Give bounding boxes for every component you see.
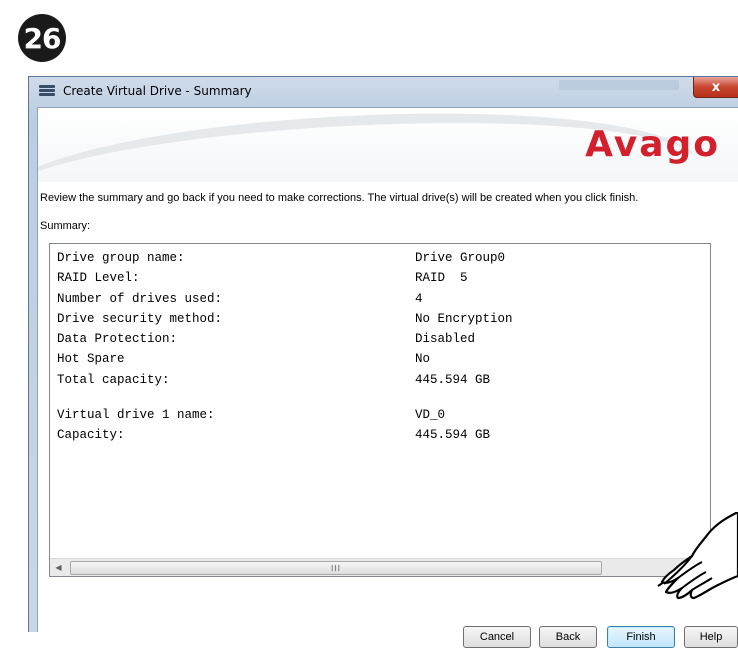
summary-row: Hot Spare No xyxy=(57,349,710,369)
summary-value: Drive Group0 xyxy=(415,251,506,265)
scroll-left-button[interactable]: ◀ xyxy=(50,559,67,576)
summary-value: No xyxy=(415,352,431,367)
summary-value: 4 xyxy=(415,291,423,306)
create-virtual-drive-window: Create Virtual Drive - Summary x Avago R… xyxy=(28,76,738,648)
summary-row: Total capacity: 445.594 GB xyxy=(57,370,710,390)
summary-label: Summary: xyxy=(40,220,91,232)
summary-row: Capacity: 445.594 GB xyxy=(57,425,710,445)
summary-text-area[interactable]: Drive group name: Drive Group0 RAID Leve… xyxy=(49,243,711,577)
summary-value: Disabled xyxy=(415,332,476,347)
summary-row: Virtual drive 1 name: VD_0 xyxy=(57,405,710,425)
close-icon: x xyxy=(711,79,721,95)
title-bar[interactable]: Create Virtual Drive - Summary x xyxy=(29,77,738,107)
horizontal-scrollbar[interactable]: ◀ III xyxy=(50,558,710,576)
summary-key: Number of drives used: xyxy=(57,291,223,306)
finish-button[interactable]: Finish xyxy=(607,626,675,648)
step-number: 26 xyxy=(23,21,62,55)
step-number-badge: 26 xyxy=(18,14,66,62)
close-button[interactable]: x xyxy=(693,77,738,98)
summary-key: Total capacity: xyxy=(57,372,170,387)
summary-key: Data Protection: xyxy=(57,332,178,347)
window-title: Create Virtual Drive - Summary xyxy=(63,84,252,98)
summary-list: Drive group name: Drive Group0 RAID Leve… xyxy=(57,248,710,446)
summary-key: Virtual drive 1 name: xyxy=(57,408,215,423)
summary-value: VD_0 xyxy=(415,408,446,423)
summary-value: 445.594 GB xyxy=(415,428,491,443)
summary-value: No Encryption xyxy=(415,311,513,326)
summary-value: 445.594 GB xyxy=(415,372,491,387)
pointing-hand-icon xyxy=(657,512,738,600)
avago-logo: Avago xyxy=(585,124,720,165)
summary-row: Data Protection: Disabled xyxy=(57,329,710,349)
instructions-text: Review the summary and go back if you ne… xyxy=(40,192,639,204)
summary-row: Drive security method: No Encryption xyxy=(57,309,710,329)
summary-spacer xyxy=(57,390,710,405)
summary-row: RAID Level: RAID 5 xyxy=(57,268,710,288)
summary-key: RAID Level: xyxy=(57,271,140,286)
cancel-button[interactable]: Cancel xyxy=(463,626,531,648)
back-button[interactable]: Back xyxy=(539,626,597,648)
summary-value: RAID 5 xyxy=(415,271,468,286)
summary-key: Hot Spare xyxy=(57,352,125,367)
summary-row: Number of drives used: 4 xyxy=(57,289,710,309)
chevron-left-icon: ◀ xyxy=(55,563,62,572)
summary-key: Capacity: xyxy=(57,428,125,443)
background-window-ghost xyxy=(559,80,679,90)
server-stack-icon xyxy=(39,85,55,99)
dialog-client-area: Avago Review the summary and go back if … xyxy=(37,107,738,648)
scrollbar-thumb[interactable]: III xyxy=(70,561,602,575)
help-button[interactable]: Help xyxy=(684,626,738,648)
summary-key: Drive security method: xyxy=(57,311,223,326)
summary-row: Drive group name: Drive Group0 xyxy=(57,248,710,268)
header-banner: Avago xyxy=(38,108,738,182)
summary-key: Drive group name: xyxy=(57,251,185,265)
scrollbar-grip-icon: III xyxy=(330,563,342,573)
